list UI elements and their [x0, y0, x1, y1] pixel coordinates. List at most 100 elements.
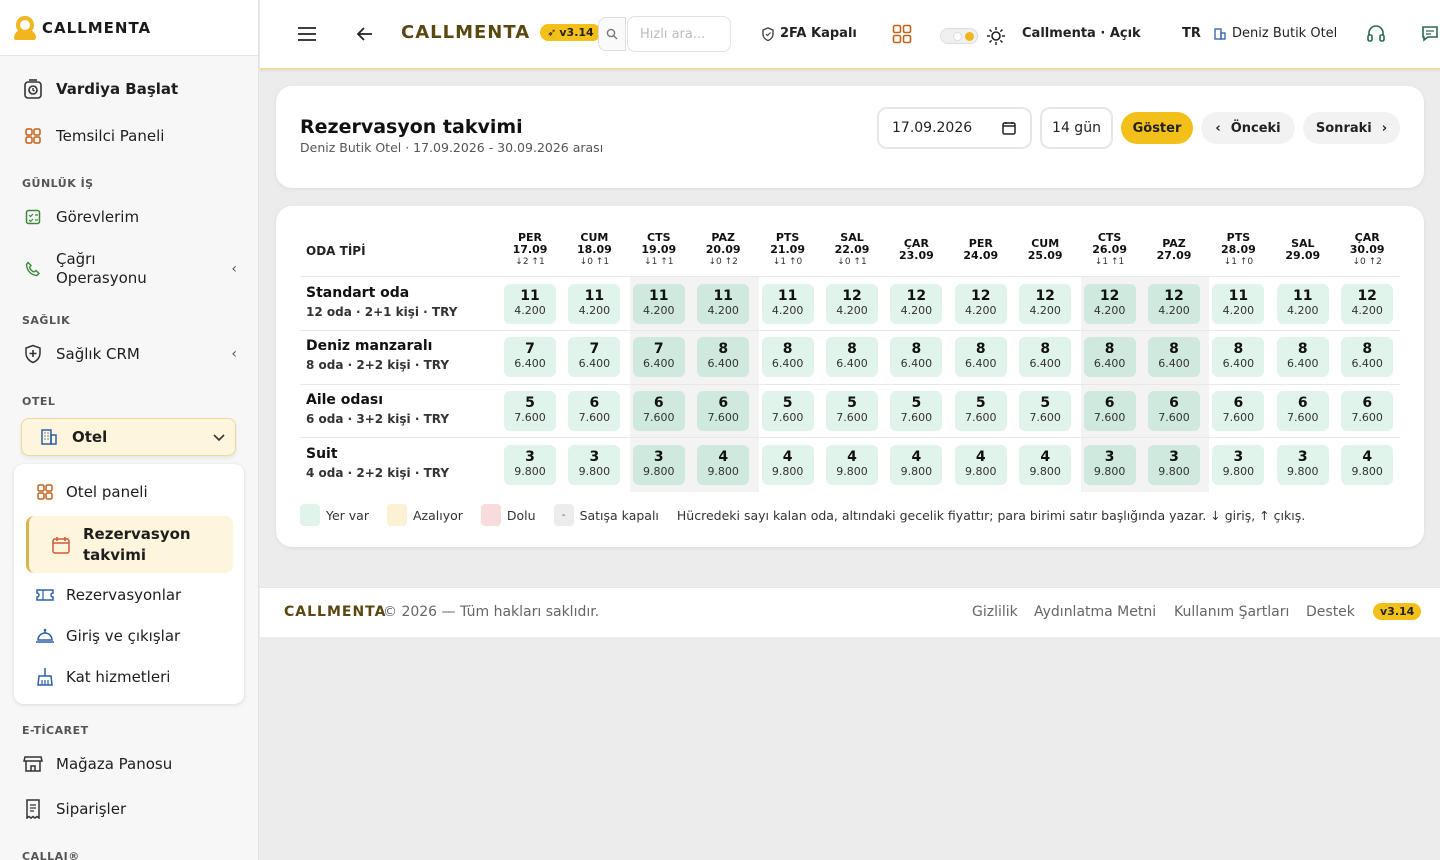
- rooms-left: 12: [906, 288, 927, 304]
- sidebar-item-magaza[interactable]: Mağaza Panosu: [22, 753, 237, 775]
- search-icon[interactable]: [598, 17, 626, 51]
- next-button[interactable]: Sonraki ›: [1303, 112, 1400, 144]
- availability-cell[interactable]: 6 7.600: [632, 391, 685, 431]
- availability-cell[interactable]: 5 7.600: [761, 391, 814, 431]
- sidebar-item-vardiya[interactable]: Vardiya Başlat: [22, 78, 237, 100]
- availability-cell[interactable]: 12 4.200: [954, 284, 1007, 324]
- footer-link-kullanim[interactable]: Kullanım Şartları: [1174, 604, 1289, 620]
- availability-cell[interactable]: 3 9.800: [504, 445, 556, 485]
- availability-cell[interactable]: 11 4.200: [1276, 284, 1329, 324]
- apps-grid-icon[interactable]: [892, 24, 912, 44]
- headset-icon[interactable]: [1366, 24, 1386, 44]
- availability-cell[interactable]: 5 7.600: [826, 391, 878, 431]
- availability-cell[interactable]: 8 6.400: [954, 337, 1007, 377]
- availability-cell[interactable]: 11 4.200: [632, 284, 685, 324]
- availability-cell[interactable]: 8 6.400: [1341, 337, 1394, 377]
- availability-cell[interactable]: 3 9.800: [568, 445, 621, 485]
- availability-cell[interactable]: 6 7.600: [1083, 391, 1136, 431]
- calendar-icon[interactable]: [1002, 121, 1016, 139]
- hamburger-menu-icon[interactable]: [297, 26, 317, 42]
- sidebar-item-siparisler[interactable]: Siparişler: [22, 798, 237, 820]
- availability-cell[interactable]: 6 7.600: [1148, 391, 1200, 431]
- availability-cell[interactable]: 3 9.800: [1148, 445, 1200, 485]
- availability-cell[interactable]: 7 6.400: [632, 337, 685, 377]
- availability-cell[interactable]: 6 7.600: [1212, 391, 1265, 431]
- availability-cell[interactable]: 4 9.800: [954, 445, 1007, 485]
- availability-cell[interactable]: 3 9.800: [1212, 445, 1265, 485]
- sidebar-item-temsilci[interactable]: Temsilci Paneli: [22, 125, 237, 147]
- start-date-input[interactable]: 17.09.2026: [877, 107, 1032, 149]
- sidebar-item-kat-hizmetleri[interactable]: Kat hizmetleri: [34, 666, 170, 688]
- availability-cell[interactable]: 7 6.400: [504, 337, 556, 377]
- availability-cell[interactable]: 3 9.800: [632, 445, 685, 485]
- availability-cell[interactable]: 11 4.200: [697, 284, 750, 324]
- availability-cell[interactable]: 8 6.400: [890, 337, 943, 377]
- availability-cell[interactable]: 8 6.400: [1148, 337, 1200, 377]
- system-status[interactable]: Callmenta · Açık: [1022, 26, 1141, 41]
- availability-cell[interactable]: 6 7.600: [1341, 391, 1394, 431]
- availability-cell[interactable]: 6 7.600: [568, 391, 621, 431]
- availability-cell[interactable]: 12 4.200: [1083, 284, 1136, 324]
- availability-cell[interactable]: 8 6.400: [1019, 337, 1072, 377]
- sidebar-item-cagri[interactable]: Çağrı Operasyonu ‹: [22, 250, 237, 288]
- chat-icon[interactable]: [1421, 25, 1439, 43]
- row-divider: [300, 330, 1400, 331]
- availability-cell[interactable]: 11 4.200: [1212, 284, 1265, 324]
- availability-cell[interactable]: 8 6.400: [826, 337, 878, 377]
- availability-cell[interactable]: 4 9.800: [697, 445, 750, 485]
- availability-cell[interactable]: 4 9.800: [1341, 445, 1394, 485]
- availability-cell[interactable]: 11 4.200: [568, 284, 621, 324]
- availability-cell[interactable]: 4 9.800: [761, 445, 814, 485]
- availability-cell[interactable]: 5 7.600: [1019, 391, 1072, 431]
- availability-cell[interactable]: 12 4.200: [826, 284, 878, 324]
- sidebar-item-otel-paneli[interactable]: Otel paneli: [34, 481, 148, 503]
- nightly-price: 6.400: [643, 357, 675, 370]
- days-input[interactable]: 14 gün: [1040, 107, 1113, 149]
- availability-cell[interactable]: 12 4.200: [1019, 284, 1072, 324]
- availability-cell[interactable]: 4 9.800: [890, 445, 943, 485]
- twofa-status[interactable]: 2FA Kapalı: [762, 26, 857, 41]
- sidebar-group-otel[interactable]: Otel: [21, 418, 236, 456]
- sidebar-item-rezervasyonlar[interactable]: Rezervasyonlar: [34, 584, 181, 606]
- availability-cell[interactable]: 8 6.400: [1276, 337, 1329, 377]
- availability-cell[interactable]: 5 7.600: [890, 391, 943, 431]
- availability-cell[interactable]: 8 6.400: [697, 337, 750, 377]
- availability-cell[interactable]: 8 6.400: [1212, 337, 1265, 377]
- availability-cell[interactable]: 8 6.400: [761, 337, 814, 377]
- availability-cell[interactable]: 7 6.400: [568, 337, 621, 377]
- rooms-left: 8: [1362, 341, 1373, 357]
- prev-button[interactable]: ‹ Önceki: [1201, 112, 1295, 144]
- availability-cell[interactable]: 8 6.400: [1083, 337, 1136, 377]
- availability-cell[interactable]: 12 4.200: [1341, 284, 1394, 324]
- availability-cell[interactable]: 4 9.800: [826, 445, 878, 485]
- footer-link-aydinlatma[interactable]: Aydınlatma Metni: [1034, 604, 1156, 620]
- availability-cell[interactable]: 6 7.600: [697, 391, 750, 431]
- availability-cell[interactable]: 3 9.800: [1276, 445, 1329, 485]
- availability-cell[interactable]: 5 7.600: [504, 391, 556, 431]
- back-arrow-icon[interactable]: [357, 27, 373, 41]
- footer-link-destek[interactable]: Destek: [1306, 604, 1355, 620]
- sidebar-item-rezervasyon-takvimi[interactable]: Rezervasyon takvimi: [26, 516, 233, 573]
- availability-cell[interactable]: 11 4.200: [761, 284, 814, 324]
- availability-cell[interactable]: 12 4.200: [1148, 284, 1200, 324]
- availability-cell[interactable]: 6 7.600: [1276, 391, 1329, 431]
- brand[interactable]: CALLMENTA: [0, 0, 258, 56]
- sidebar-item-gorevlerim[interactable]: Görevlerim: [22, 206, 237, 228]
- search-input[interactable]: [627, 16, 731, 52]
- availability-cell[interactable]: 3 9.800: [1083, 445, 1136, 485]
- theme-toggle[interactable]: [940, 28, 978, 44]
- availability-cell[interactable]: 12 4.200: [890, 284, 943, 324]
- sidebar-item-saglik-crm[interactable]: Sağlık CRM ‹: [22, 343, 237, 365]
- rooms-left: 11: [777, 288, 798, 304]
- day-date: 25.09: [1027, 249, 1063, 262]
- availability-cell[interactable]: 4 9.800: [1019, 445, 1072, 485]
- show-button[interactable]: Göster: [1121, 112, 1193, 144]
- footer-link-gizlilik[interactable]: Gizlilik: [972, 604, 1018, 620]
- availability-cell[interactable]: 5 7.600: [954, 391, 1007, 431]
- day-checkin-checkout: ↓1 ↑0: [1223, 257, 1254, 267]
- sidebar-item-giris-cikis[interactable]: Giriş ve çıkışlar: [34, 625, 180, 647]
- row-divider: [300, 276, 1400, 277]
- availability-cell[interactable]: 11 4.200: [504, 284, 556, 324]
- language-selector[interactable]: TR: [1182, 26, 1201, 41]
- hotel-selector[interactable]: Deniz Butik Otel: [1214, 26, 1337, 41]
